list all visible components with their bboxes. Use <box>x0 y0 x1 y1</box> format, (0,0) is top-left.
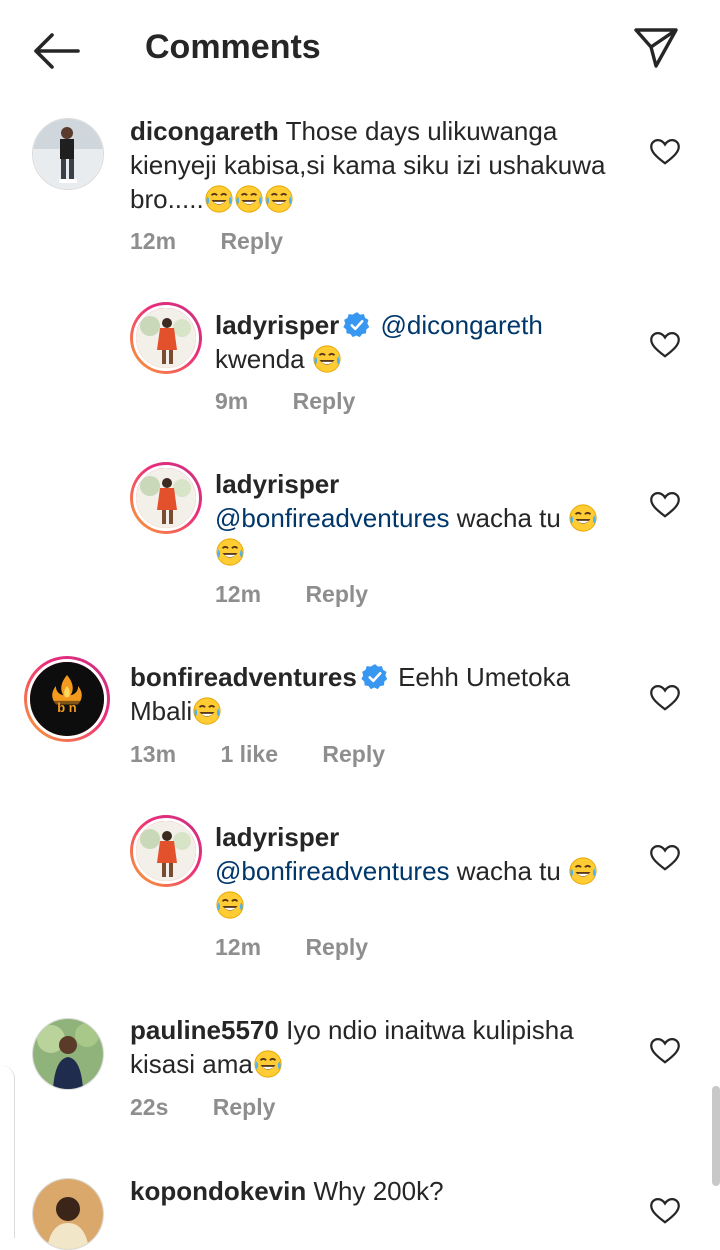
reply-button[interactable]: Reply <box>220 228 283 254</box>
avatar-photo <box>136 821 196 881</box>
heart-outline-icon[interactable] <box>650 491 680 519</box>
comment-username[interactable]: ladyrisper <box>215 469 339 499</box>
arrow-left-icon <box>34 33 80 69</box>
tears-of-joy-emoji-icon <box>215 537 245 567</box>
paper-plane-icon <box>634 28 678 68</box>
tears-of-joy-emoji-icon <box>234 184 264 214</box>
verified-badge-icon <box>361 663 389 691</box>
heart-outline-icon[interactable] <box>650 1037 680 1065</box>
heart-outline-icon[interactable] <box>650 844 680 872</box>
heart-outline-icon[interactable] <box>650 138 680 166</box>
back-button[interactable] <box>28 26 84 76</box>
tears-of-joy-emoji-icon <box>192 696 222 726</box>
avatar[interactable]: b n <box>24 656 110 742</box>
avatar[interactable] <box>130 302 202 374</box>
edge-panel <box>0 1065 15 1238</box>
reply-button[interactable]: Reply <box>305 581 368 607</box>
comment-username[interactable]: kopondokevin <box>130 1176 306 1206</box>
top-bar: Comments <box>0 0 720 100</box>
comment-time: 13m <box>130 741 177 767</box>
svg-text:b n: b n <box>57 700 76 715</box>
tears-of-joy-emoji-icon <box>204 184 234 214</box>
comment-text: Why 200k? <box>313 1176 444 1206</box>
mention-link[interactable]: @bonfireadventures <box>215 856 450 886</box>
reply-button[interactable]: Reply <box>213 1094 276 1120</box>
comment-text: wacha tu <box>456 503 561 533</box>
avatar-photo <box>136 308 196 368</box>
avatar[interactable] <box>32 1018 104 1090</box>
avatar-photo <box>33 1019 103 1089</box>
page-title: Comments <box>145 28 321 66</box>
comment-time: 22s <box>130 1094 169 1120</box>
comment-username[interactable]: bonfireadventures <box>130 662 357 692</box>
avatar-photo <box>136 468 196 528</box>
tears-of-joy-emoji-icon <box>568 503 598 533</box>
tears-of-joy-emoji-icon <box>568 856 598 886</box>
comment-username[interactable]: ladyrisper <box>215 310 339 340</box>
tears-of-joy-emoji-icon <box>215 890 245 920</box>
heart-outline-icon[interactable] <box>650 331 680 359</box>
mention-link[interactable]: @bonfireadventures <box>215 503 450 533</box>
avatar[interactable] <box>32 118 104 190</box>
comment-username[interactable]: dicongareth <box>130 116 279 146</box>
comment-time: 12m <box>130 228 177 254</box>
avatar[interactable] <box>32 1178 104 1250</box>
comment-text: wacha tu <box>456 856 561 886</box>
likes-count[interactable]: 1 like <box>220 741 278 767</box>
avatar-photo <box>33 119 103 189</box>
comment-username[interactable]: pauline5570 <box>130 1015 279 1045</box>
share-button[interactable] <box>630 22 682 72</box>
tears-of-joy-emoji-icon <box>264 184 294 214</box>
scrollbar[interactable] <box>712 1086 720 1186</box>
avatar[interactable] <box>130 462 202 534</box>
reply-button[interactable]: Reply <box>293 388 356 414</box>
comment-time: 12m <box>215 934 262 960</box>
comment-time: 12m <box>215 581 262 607</box>
avatar-photo: b n <box>30 662 104 736</box>
reply-button[interactable]: Reply <box>322 741 385 767</box>
verified-badge-icon <box>343 311 371 339</box>
heart-outline-icon[interactable] <box>650 684 680 712</box>
avatar-photo <box>33 1179 103 1249</box>
mention-link[interactable]: @dicongareth <box>381 310 543 340</box>
comment-text: kwenda <box>215 344 305 374</box>
tears-of-joy-emoji-icon <box>253 1049 283 1079</box>
tears-of-joy-emoji-icon <box>312 344 342 374</box>
comment-time: 9m <box>215 388 249 414</box>
heart-outline-icon[interactable] <box>650 1197 680 1225</box>
avatar[interactable] <box>130 815 202 887</box>
comment-username[interactable]: ladyrisper <box>215 822 339 852</box>
reply-button[interactable]: Reply <box>305 934 368 960</box>
